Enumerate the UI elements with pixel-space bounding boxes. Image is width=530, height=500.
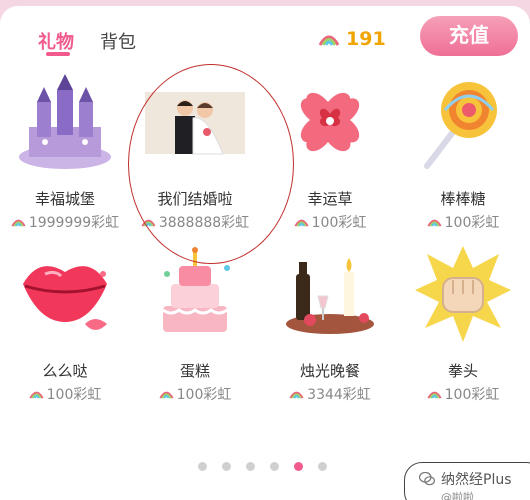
gift-name: 棒棒糖 (440, 190, 486, 208)
tab-bag[interactable]: 背包 (100, 28, 136, 54)
recharge-button[interactable]: 充值 (420, 16, 518, 56)
tab-active-indicator (46, 52, 70, 56)
page-dot[interactable] (246, 462, 255, 471)
gift-price: 100彩虹 (0, 384, 130, 404)
gift-price-text: 100彩虹 (46, 387, 102, 403)
gift-name: 幸福城堡 (34, 190, 95, 208)
gift-price-text: 100彩虹 (311, 215, 367, 231)
gift-price-text: 100彩虹 (444, 215, 500, 231)
kiss-lips-icon (23, 266, 107, 330)
cake-icon (162, 247, 230, 332)
gift-name: 拳头 (447, 362, 478, 380)
balance-amount: 191 (346, 28, 386, 50)
gift-price: 100彩虹 (398, 212, 528, 232)
tab-gifts[interactable]: 礼物 (38, 28, 74, 54)
rainbow-icon (318, 35, 340, 46)
rainbow-icon (141, 219, 156, 227)
rainbow-icon (159, 391, 174, 399)
gift-name: 蛋糕 (179, 362, 210, 380)
gift-price-text: 3344彩虹 (307, 387, 371, 403)
gift-item-clover[interactable]: 幸运草 100彩虹 (265, 72, 395, 262)
gift-name: 烛光晚餐 (299, 362, 360, 380)
gift-item-castle[interactable]: 幸福城堡 1999999彩虹 (0, 72, 130, 262)
castle-icon (19, 74, 111, 169)
page-indicator (198, 462, 327, 471)
rainbow-icon (427, 219, 442, 227)
clover-icon (300, 92, 360, 152)
gift-price-text: 100彩虹 (176, 387, 232, 403)
wedding-couple-icon (145, 92, 245, 155)
rainbow-icon (11, 219, 26, 227)
candlelight-dinner-icon (286, 258, 374, 334)
page-dot[interactable] (294, 462, 303, 471)
gift-price: 100彩虹 (398, 384, 528, 404)
gift-item-kiss[interactable]: 么么哒 100彩虹 (0, 244, 130, 434)
page-dot[interactable] (222, 462, 231, 471)
rainbow-balance: 191 (318, 28, 386, 50)
gift-name: 么么哒 (42, 362, 88, 380)
gift-price-text: 3888888彩虹 (158, 215, 250, 231)
watermark-badge: 纳然经Plus @啦啦 (404, 462, 530, 500)
gift-item-lollipop[interactable]: 棒棒糖 100彩虹 (398, 72, 528, 262)
fist-icon (415, 246, 511, 342)
gift-item-cake[interactable]: 蛋糕 100彩虹 (130, 244, 260, 434)
page-dot[interactable] (270, 462, 279, 471)
rainbow-icon (29, 391, 44, 399)
gift-panel: 礼物 背包 191 充值 幸福城堡 1999999彩虹 我们结婚啦 388888… (0, 6, 530, 500)
gift-price: 1999999彩虹 (0, 212, 130, 232)
page-dot[interactable] (198, 462, 207, 471)
rainbow-icon (289, 391, 304, 399)
gift-name: 幸运草 (307, 190, 353, 208)
gift-price: 3344彩虹 (265, 384, 395, 404)
rainbow-icon (294, 219, 309, 227)
watermark-line2: @啦啦 (441, 491, 474, 500)
gift-price: 100彩虹 (265, 212, 395, 232)
gift-price-text: 1999999彩虹 (28, 215, 120, 231)
lollipop-icon (424, 82, 497, 169)
rainbow-icon (427, 391, 442, 399)
gift-item-wedding[interactable]: 我们结婚啦 3888888彩虹 (130, 72, 260, 262)
gift-price: 3888888彩虹 (130, 212, 260, 232)
gift-item-candlelight-dinner[interactable]: 烛光晚餐 3344彩虹 (265, 244, 395, 434)
page-dot[interactable] (318, 462, 327, 471)
gift-item-fist[interactable]: 拳头 100彩虹 (398, 244, 528, 434)
watermark-line1: 纳然经Plus (441, 472, 512, 488)
gift-name: 我们结婚啦 (157, 190, 233, 208)
gift-price-text: 100彩虹 (444, 387, 500, 403)
gift-price: 100彩虹 (130, 384, 260, 404)
wechat-icon (419, 472, 435, 486)
watermark-title: 纳然经Plus (419, 469, 530, 489)
